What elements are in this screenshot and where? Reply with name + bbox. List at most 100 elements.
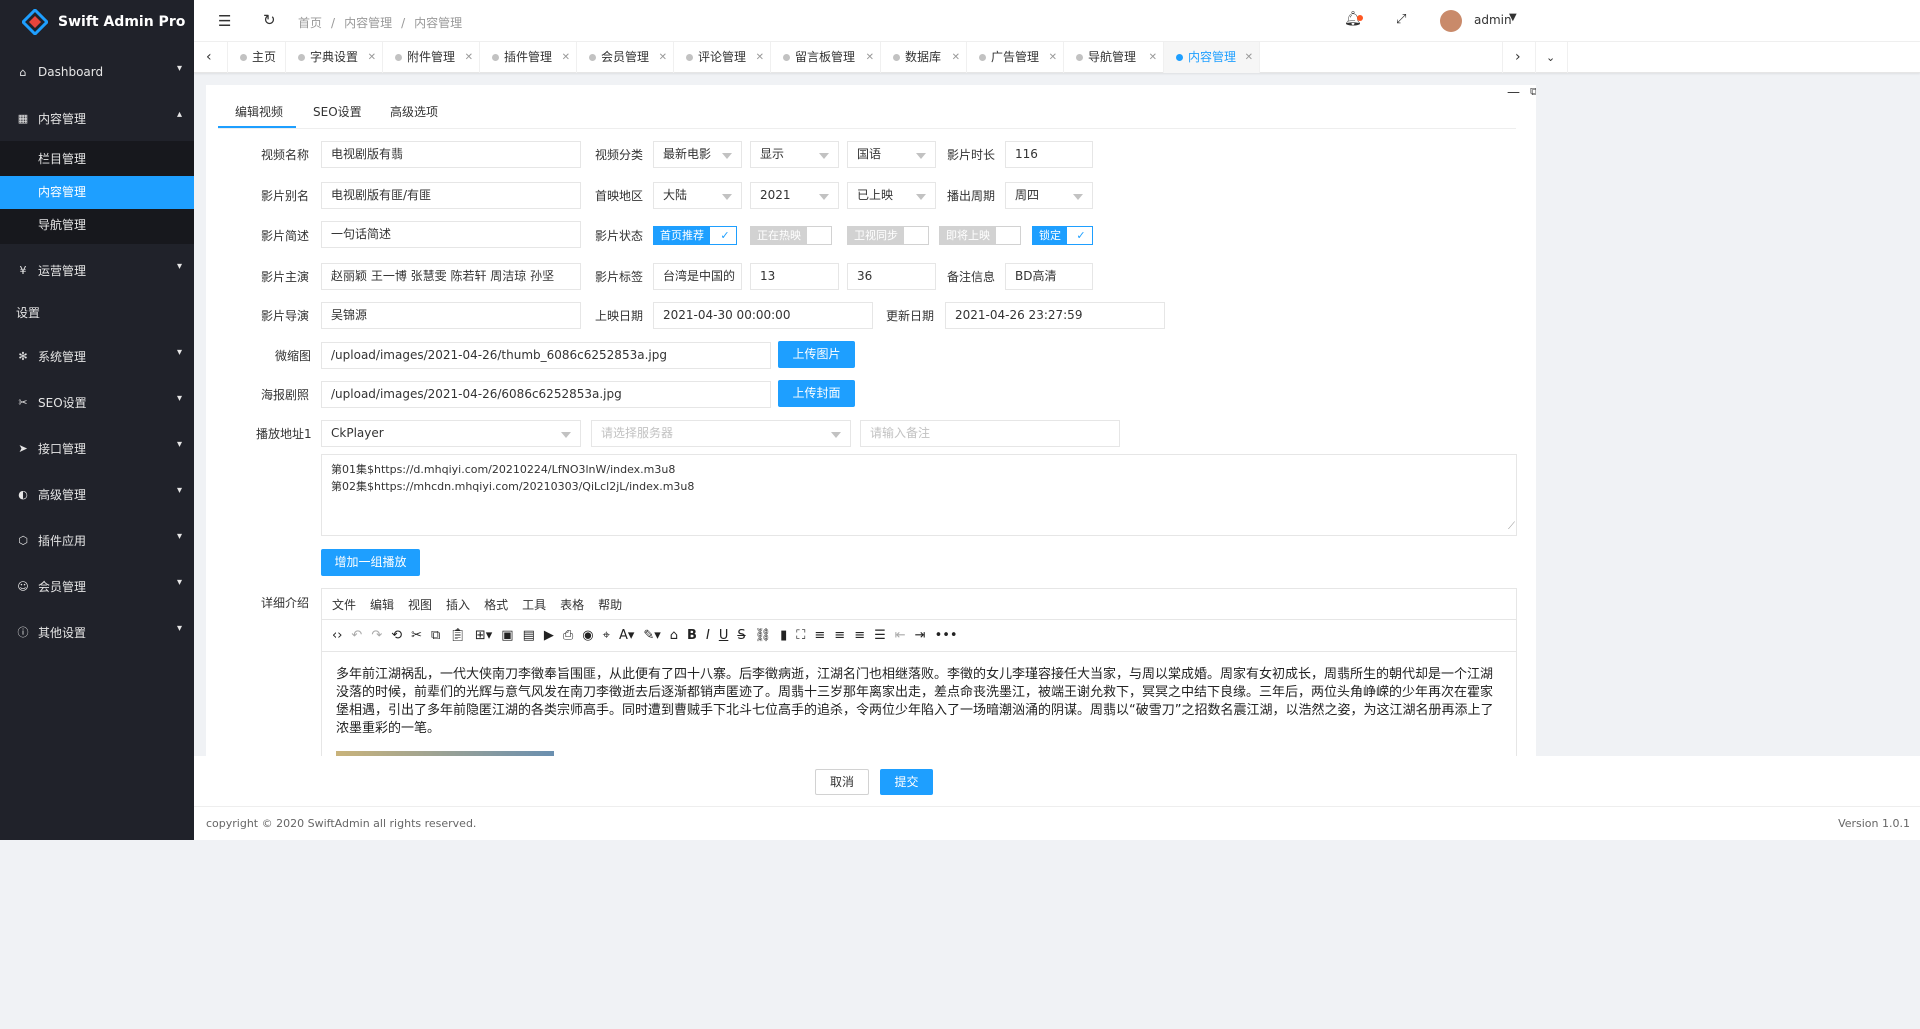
image-icon[interactable]: ▣ (501, 628, 513, 643)
editor-menu-file[interactable]: 文件 (332, 596, 356, 613)
strikethrough-icon[interactable]: S (737, 628, 745, 643)
switch-tv-sync[interactable]: 卫视同步 (847, 226, 929, 245)
close-icon[interactable]: ✕ (368, 42, 376, 73)
close-icon[interactable]: ✕ (562, 42, 570, 73)
display-select[interactable]: 显示 (750, 141, 839, 168)
tabs-next-button[interactable]: › (1502, 42, 1536, 73)
server-select[interactable]: 请选择服务器 (591, 420, 851, 447)
release-status-select[interactable]: 已上映 (847, 182, 936, 209)
video-name-field[interactable]: 电视剧版有翡 (321, 141, 581, 168)
sidebar-item-content[interactable]: ▦ 内容管理 ▴ (0, 95, 194, 141)
cut-icon[interactable]: ✂ (411, 628, 422, 643)
tab-advanced[interactable]: 高级选项 (390, 103, 438, 120)
sidebar-item-other[interactable]: ⓘ 其他设置 ▾ (0, 609, 194, 655)
underline-icon[interactable]: U (719, 628, 729, 643)
more-icon[interactable]: ••• (935, 628, 958, 643)
editor-content[interactable]: 多年前江湖祸乱，一代大侠南刀李徵奉旨围匪，从此便有了四十八寨。后李徵病逝，江湖名… (322, 652, 1516, 752)
tag-field-1[interactable]: 台湾是中国的 (653, 263, 742, 290)
tab-ads[interactable]: 广告管理 ✕ (967, 42, 1064, 73)
video-icon[interactable]: ▶ (544, 628, 554, 643)
menu-fold-icon[interactable]: ☰ (218, 12, 231, 30)
table-icon[interactable]: ⊞▾ (475, 628, 492, 643)
close-icon[interactable]: ✕ (756, 42, 764, 73)
brief-field[interactable]: 一句话简述 (321, 221, 581, 248)
tag-field-3[interactable]: 36 (847, 263, 936, 290)
region-select[interactable]: 大陆 (653, 182, 742, 209)
redo-icon[interactable]: ↷ (371, 628, 382, 643)
sidebar-item-api[interactable]: ➤ 接口管理 ▾ (0, 425, 194, 471)
fullscreen-icon[interactable]: ⤢ (1396, 12, 1406, 27)
app-logo[interactable]: Swift Admin Pro (0, 0, 194, 44)
justify-icon[interactable]: ☰ (874, 628, 886, 643)
map-icon[interactable]: ⌖ (603, 628, 610, 643)
sidebar-subitem-nav[interactable]: 导航管理 (0, 209, 194, 242)
tab-guestbook[interactable]: 留言板管理 ✕ (771, 42, 881, 73)
tab-database[interactable]: 数据库 ✕ (881, 42, 967, 73)
close-icon[interactable]: ✕ (866, 42, 874, 73)
cycle-select[interactable]: 周四 (1005, 182, 1093, 209)
sidebar-item-members[interactable]: ☺ 会员管理 ▾ (0, 563, 194, 609)
rich-text-editor[interactable]: 文件 编辑 视图 插入 格式 工具 表格 帮助 ‹› ↶ ↷ ⟲ ✂ ⧉ 📋︎ … (321, 588, 1517, 756)
tab-comments[interactable]: 评论管理 ✕ (674, 42, 771, 73)
resize-handle-icon[interactable]: ⟋ (1508, 518, 1515, 535)
print-icon[interactable]: ⎙ (563, 628, 573, 643)
bold-icon[interactable]: B (687, 628, 697, 643)
remark-field[interactable]: BD高清 (1005, 263, 1093, 290)
minimize-icon[interactable]: — (1507, 85, 1520, 100)
release-date-field[interactable]: 2021-04-30 00:00:00 (653, 302, 873, 329)
submit-button[interactable]: 提交 (880, 769, 933, 795)
editor-menu-tools[interactable]: 工具 (522, 596, 546, 613)
tab-attachments[interactable]: 附件管理 ✕ (383, 42, 480, 73)
tag-field-2[interactable]: 13 (750, 263, 839, 290)
close-icon[interactable]: ✕ (1149, 42, 1157, 73)
history-icon[interactable]: ⟲ (391, 628, 402, 643)
sidebar-item-seo[interactable]: ✂ SEO设置 ▾ (0, 379, 194, 425)
paste-icon[interactable]: 📋︎ (449, 628, 466, 643)
tab-dict[interactable]: 字典设置 ✕ (286, 42, 383, 73)
bookmark-icon[interactable]: ▮ (780, 628, 787, 643)
add-play-group-button[interactable]: 增加一组播放 (321, 549, 420, 576)
close-icon[interactable]: ✕ (659, 42, 667, 73)
sidebar-subitem-content[interactable]: 内容管理 (0, 176, 194, 209)
editor-menu-insert[interactable]: 插入 (446, 596, 470, 613)
caret-down-icon[interactable]: ▼ (1509, 12, 1517, 23)
align-center-icon[interactable]: ≡ (834, 628, 845, 643)
switch-lock[interactable]: 锁定 ✓ (1032, 226, 1093, 245)
play-urls-textarea[interactable]: 第01集$https://d.mhqiyi.com/20210224/LfNO3… (321, 454, 1517, 536)
language-select[interactable]: 国语 (847, 141, 936, 168)
tab-content[interactable]: 内容管理 ✕ (1164, 42, 1260, 73)
editor-menu-help[interactable]: 帮助 (598, 596, 622, 613)
close-icon[interactable]: ✕ (1049, 42, 1057, 73)
player-select[interactable]: CkPlayer (321, 420, 581, 447)
tab-home[interactable]: 主页 (228, 42, 286, 73)
sidebar-item-system[interactable]: ✻ 系统管理 ▾ (0, 333, 194, 379)
close-icon[interactable]: ✕ (465, 42, 473, 73)
avatar[interactable] (1440, 10, 1462, 32)
outdent-icon[interactable]: ⇤ (895, 628, 906, 643)
sidebar-item-dashboard[interactable]: ⌂ Dashboard ▾ (0, 49, 194, 95)
upload-image-button[interactable]: 上传图片 (778, 341, 855, 368)
preview-icon[interactable]: ◉ (582, 628, 593, 643)
editor-menu-edit[interactable]: 编辑 (370, 596, 394, 613)
tabs-prev-button[interactable]: ‹ (194, 42, 228, 73)
align-right-icon[interactable]: ≡ (854, 628, 865, 643)
update-date-field[interactable]: 2021-04-26 23:27:59 (945, 302, 1165, 329)
editor-menu-view[interactable]: 视图 (408, 596, 432, 613)
sidebar-item-plugins[interactable]: ⬡ 插件应用 ▾ (0, 517, 194, 563)
alias-field[interactable]: 电视剧版有匪/有匪 (321, 182, 581, 209)
switch-now-showing[interactable]: 正在热映 (750, 226, 832, 245)
tab-seo[interactable]: SEO设置 (313, 103, 362, 120)
tab-navigation[interactable]: 导航管理 ✕ (1064, 42, 1164, 73)
duration-field[interactable]: 116 (1005, 141, 1093, 168)
close-icon[interactable]: ✕ (1245, 42, 1253, 73)
editor-menu-format[interactable]: 格式 (484, 596, 508, 613)
code-icon[interactable]: ‹› (332, 628, 342, 643)
category-select[interactable]: 最新电影 (653, 141, 742, 168)
poster-field[interactable]: /upload/images/2021-04-26/6086c6252853a.… (321, 381, 771, 408)
format-painter-icon[interactable]: ⌂ (670, 628, 678, 643)
switch-coming-soon[interactable]: 即将上映 (939, 226, 1021, 245)
gallery-icon[interactable]: ▤ (523, 628, 535, 643)
editor-menu-table[interactable]: 表格 (560, 596, 584, 613)
link-icon[interactable]: ⛓ (755, 628, 772, 643)
tab-edit-video[interactable]: 编辑视频 (235, 103, 283, 120)
